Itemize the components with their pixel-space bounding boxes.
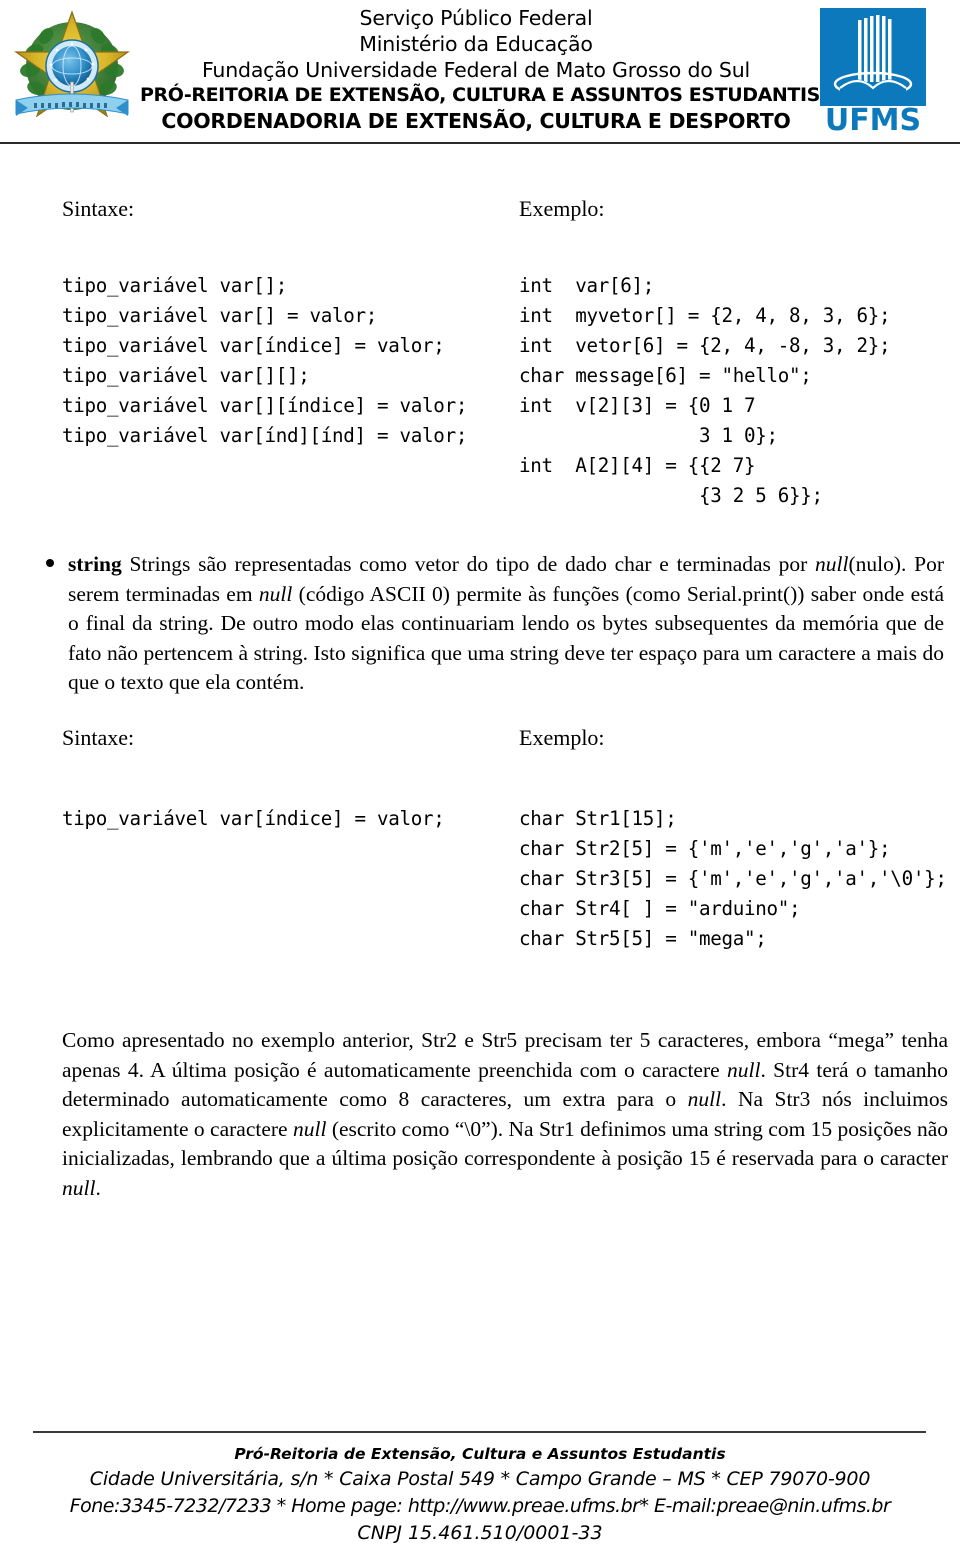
page-header: Serviço Público Federal Ministério da Ed… [0, 0, 960, 148]
string-bullet-text: string Strings são representadas como ve… [68, 550, 944, 698]
code-block-string-example: char Str1[15]; char Str2[5] = {'m','e','… [519, 807, 947, 951]
string-term: string [68, 552, 122, 576]
header-line-3: Fundação Universidade Federal de Mato Gr… [201, 58, 751, 82]
string-em-2: null [258, 581, 293, 606]
string-bullet-paragraph: string Strings são representadas como ve… [46, 550, 944, 698]
header-line-4: PRÓ-REITORIA DE EXTENSÃO, CULTURA E ASSU… [140, 84, 820, 106]
footer-divider [33, 1431, 926, 1433]
footer-line-3: Fone:3345-7232/7233 * Home page: http://… [69, 1495, 891, 1517]
footer-line-1: Pró-Reitoria de Extensão, Cultura e Assu… [234, 1445, 726, 1463]
final-em-1: null [727, 1057, 761, 1082]
label-sintaxe-arrays: Sintaxe: [62, 196, 135, 221]
code-block-string-syntax: tipo_variável var[índice] = valor; [62, 807, 445, 831]
final-em-3: null [292, 1116, 327, 1141]
final-em-2: null [687, 1087, 722, 1111]
header-line-2: Ministério da Educação [359, 32, 593, 56]
page-footer: Pró-Reitoria de Extensão, Cultura e Assu… [0, 1442, 960, 1547]
footer-line-2: Cidade Universitária, s/n * Caixa Postal… [89, 1468, 871, 1490]
ufms-logo-text: UFMS [825, 103, 921, 132]
header-line-1: Serviço Público Federal [359, 6, 593, 30]
string-text-1: Strings são representadas como vetor do … [121, 552, 816, 576]
code-block-array-syntax: tipo_variável var[]; tipo_variável var[]… [62, 274, 468, 448]
string-em-1: null [815, 552, 849, 576]
header-divider [0, 142, 960, 144]
label-exemplo-strings: Exemplo: [519, 725, 605, 750]
bullet-dot-icon [46, 559, 54, 567]
header-institution-text: Serviço Público Federal Ministério da Ed… [140, 2, 820, 134]
header-line-5: COORDENADORIA DE EXTENSÃO, CULTURA E DES… [161, 109, 791, 133]
label-sintaxe-strings: Sintaxe: [62, 725, 135, 750]
final-em-4: null [62, 1175, 96, 1200]
footer-line-4: CNPJ 15.461.510/0001-33 [357, 1522, 603, 1544]
final-explanation-paragraph: Como apresentado no exemplo anterior, St… [62, 1026, 948, 1203]
label-exemplo-arrays: Exemplo: [519, 196, 605, 221]
ufms-logo-icon: UFMS [818, 8, 940, 132]
code-block-array-example: int var[6]; int myvetor[] = {2, 4, 8, 3,… [519, 274, 891, 508]
brazil-coat-of-arms-icon [12, 4, 132, 136]
final-text-5: . [95, 1175, 101, 1200]
